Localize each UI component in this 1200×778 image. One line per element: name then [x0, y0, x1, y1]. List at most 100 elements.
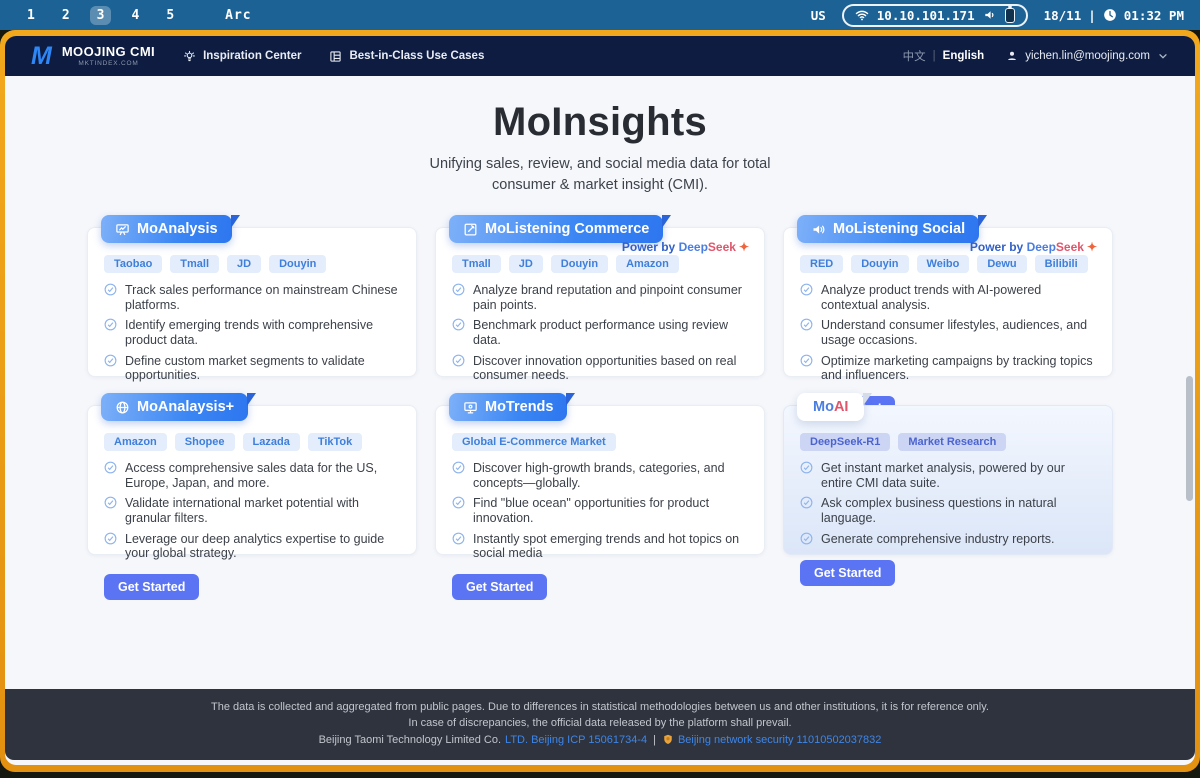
battery-icon: [1005, 8, 1015, 23]
speaker-icon: [811, 222, 826, 237]
card-moai-badge: MoAI: [797, 393, 864, 421]
icp-license-link[interactable]: LTD. Beijing ICP 15061734-4: [505, 732, 647, 749]
workspace-3-active[interactable]: 3: [90, 6, 112, 25]
workspace-4[interactable]: 4: [124, 6, 146, 25]
site-header: M MOOJING CMI MKTINDEX.COM Inspiration C…: [5, 36, 1195, 76]
tag-global-ecommerce-market: Global E-Commerce Market: [452, 433, 616, 451]
clock-icon: [1103, 8, 1117, 22]
tag-jd: JD: [509, 255, 543, 273]
globe-icon: [115, 400, 130, 415]
page-title: MoInsights: [5, 100, 1195, 145]
check-circle-icon: [452, 532, 465, 545]
nav-best-in-class-use-cases[interactable]: Best-in-Class Use Cases: [329, 50, 484, 63]
get-started-button[interactable]: Get Started: [104, 574, 199, 600]
feature-item: Discover innovation opportunities based …: [452, 354, 748, 383]
check-circle-icon: [800, 283, 813, 296]
check-circle-icon: [452, 461, 465, 474]
card-molistening-social-badge: MoListening Social: [797, 215, 979, 243]
tag-row: Tmall JD Douyin Amazon: [452, 255, 748, 273]
feature-list: Analyze brand reputation and pinpoint co…: [452, 283, 748, 382]
brand-name: MOOJING CMI: [62, 45, 155, 59]
check-circle-icon: [800, 318, 813, 331]
check-circle-icon: [800, 461, 813, 474]
tag-amazon: Amazon: [616, 255, 679, 273]
feature-item: Ask complex business questions in natura…: [800, 496, 1096, 525]
feature-list: Discover high-growth brands, categories,…: [452, 461, 748, 560]
network-status-pill[interactable]: 10.10.101.171: [842, 4, 1028, 27]
compose-icon: [463, 222, 478, 237]
scrollbar-thumb[interactable]: [1186, 376, 1193, 501]
product-cards-grid: MoAnalysis Taobao Tmall JD Douyin Track …: [87, 227, 1113, 555]
page-subtitle: Unifying sales, review, and social media…: [408, 154, 792, 195]
feature-item: Understand consumer lifestyles, audience…: [800, 318, 1096, 347]
check-circle-icon: [800, 496, 813, 509]
tag-lazada: Lazada: [243, 433, 300, 451]
tag-tmall: Tmall: [170, 255, 219, 273]
check-circle-icon: [452, 354, 465, 367]
tag-red: RED: [800, 255, 843, 273]
tag-shopee: Shopee: [175, 433, 235, 451]
nav-use-cases-label: Best-in-Class Use Cases: [349, 50, 484, 62]
active-app-name[interactable]: Arc: [225, 8, 251, 23]
tag-deepseek-r1: DeepSeek-R1: [800, 433, 890, 451]
feature-item: Define custom market segments to validat…: [104, 354, 400, 383]
brand-domain: MKTINDEX.COM: [78, 60, 138, 67]
workspace-1[interactable]: 1: [20, 6, 42, 25]
workspace-5[interactable]: 5: [159, 6, 181, 25]
brand-logo[interactable]: M MOOJING CMI MKTINDEX.COM: [31, 44, 155, 69]
language-switcher: 中文 | English: [903, 48, 985, 64]
date-label: 18/11: [1044, 8, 1082, 23]
feature-item: Leverage our deep analytics expertise to…: [104, 532, 400, 561]
check-circle-icon: [800, 532, 813, 545]
nav-inspiration-center[interactable]: Inspiration Center: [183, 50, 301, 63]
tag-row: DeepSeek-R1 Market Research: [800, 433, 1096, 451]
lang-option-english[interactable]: English: [943, 50, 985, 62]
tag-douyin: Douyin: [851, 255, 908, 273]
card-moai-name-mo: Mo: [813, 399, 834, 415]
tag-row: RED Douyin Weibo Dewu Bilibili: [800, 255, 1096, 273]
card-moanalaysis-plus: MoAnalaysis+ Amazon Shopee Lazada TikTok…: [87, 405, 417, 555]
get-started-button[interactable]: Get Started: [800, 560, 895, 586]
workspace-2[interactable]: 2: [55, 6, 77, 25]
check-circle-icon: [104, 283, 117, 296]
account-menu[interactable]: yichen.lin@moojing.com: [1006, 50, 1169, 62]
network-security-link[interactable]: Beijing network security 11010502037832: [678, 732, 881, 749]
powered-by-deepseek: Power by DeepSeek✦: [622, 240, 749, 254]
datetime-indicator[interactable]: 18/11 | 01:32 PM: [1044, 8, 1184, 23]
chevron-down-icon: [1157, 50, 1169, 62]
card-moanalysis-badge: MoAnalysis: [101, 215, 232, 243]
footer-disclaimer-line1: The data is collected and aggregated fro…: [45, 699, 1155, 716]
check-circle-icon: [452, 496, 465, 509]
security-badge-icon: [662, 733, 674, 746]
card-motrends: MoTrends Global E-Commerce Market Discov…: [435, 405, 765, 555]
check-circle-icon: [452, 318, 465, 331]
system-menu-bar: 1 2 3 4 5 Arc US 10.10.101.171 18/11 | 0…: [0, 0, 1200, 30]
get-started-button[interactable]: Get Started: [452, 574, 547, 600]
feature-item: Benchmark product performance using revi…: [452, 318, 748, 347]
company-name: Beijing Taomi Technology Limited Co.: [319, 732, 501, 749]
ip-address: 10.10.101.171: [877, 8, 975, 23]
feature-item: Identify emerging trends with comprehens…: [104, 318, 400, 347]
card-molistening-commerce-badge: MoListening Commerce: [449, 215, 663, 243]
feature-list: Track sales performance on mainstream Ch…: [104, 283, 400, 382]
time-label: 01:32 PM: [1124, 8, 1184, 23]
webpage: M MOOJING CMI MKTINDEX.COM Inspiration C…: [5, 36, 1195, 765]
lang-option-chinese[interactable]: 中文: [903, 48, 926, 64]
card-moanalysis: MoAnalysis Taobao Tmall JD Douyin Track …: [87, 227, 417, 377]
feature-list: Get instant market analysis, powered by …: [800, 461, 1096, 546]
tag-douyin: Douyin: [551, 255, 608, 273]
inspiration-icon: [183, 50, 196, 63]
check-circle-icon: [800, 354, 813, 367]
lang-divider: |: [933, 50, 936, 62]
keyboard-layout-indicator[interactable]: US: [811, 8, 826, 23]
volume-icon: [983, 8, 997, 22]
workspace-switcher: 1 2 3 4 5: [20, 6, 181, 25]
feature-item: Optimize marketing campaigns by tracking…: [800, 354, 1096, 383]
footer-legal-line: Beijing Taomi Technology Limited Co. LTD…: [45, 732, 1155, 749]
feature-item: Analyze product trends with AI-powered c…: [800, 283, 1096, 312]
browser-window: M MOOJING CMI MKTINDEX.COM Inspiration C…: [0, 30, 1200, 772]
tag-weibo: Weibo: [917, 255, 970, 273]
check-circle-icon: [104, 318, 117, 331]
feature-item: Validate international market potential …: [104, 496, 400, 525]
check-circle-icon: [452, 283, 465, 296]
